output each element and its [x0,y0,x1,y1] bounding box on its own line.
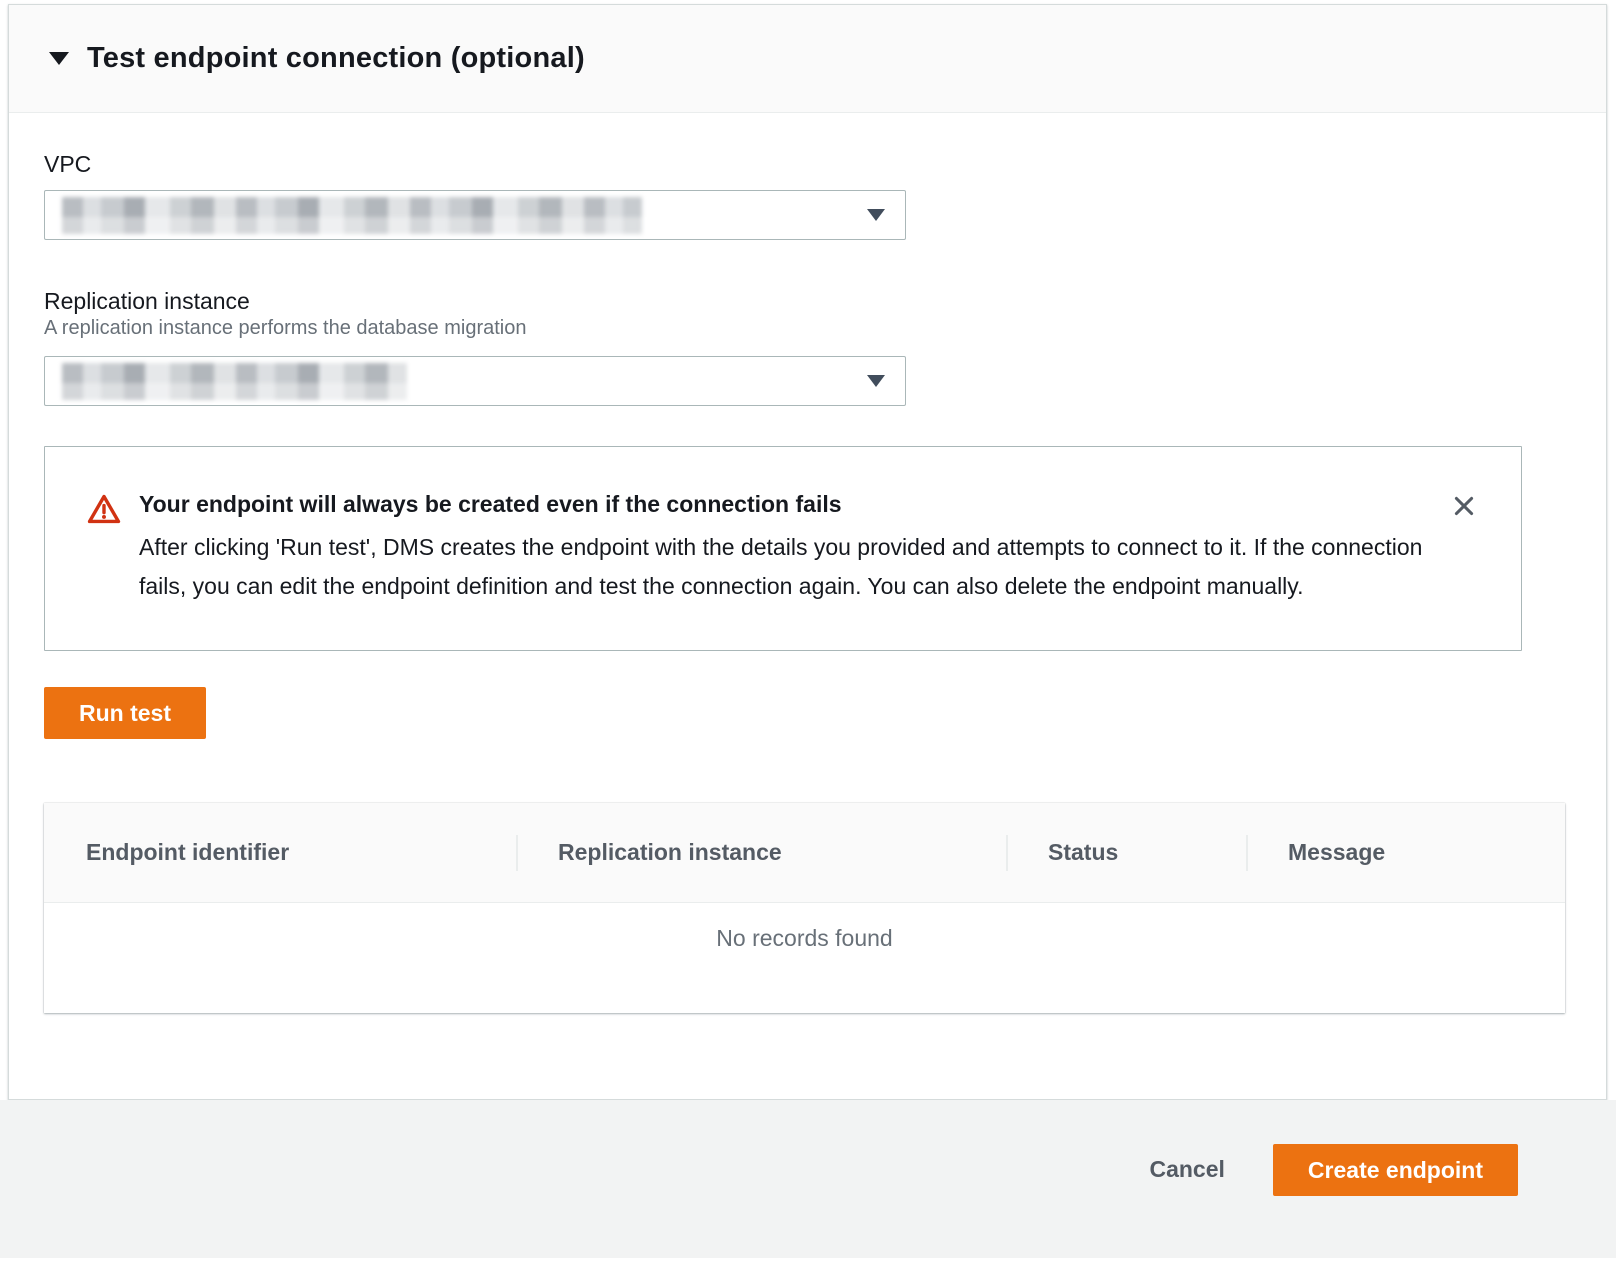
warning-alert-title: Your endpoint will always be created eve… [139,491,1439,518]
warning-alert-content: Your endpoint will always be created eve… [139,491,1439,606]
run-test-button[interactable]: Run test [44,687,206,739]
form-action-footer: Cancel Create endpoint [0,1100,1616,1258]
caret-down-icon [867,209,885,221]
caret-down-icon [867,375,885,387]
column-header-status: Status [1006,803,1246,902]
table-header-row: Endpoint identifier Replication instance… [44,803,1565,903]
test-endpoint-connection-section: Test endpoint connection (optional) VPC … [8,4,1607,1100]
close-icon[interactable] [1449,491,1479,521]
vpc-select[interactable] [44,190,906,240]
replication-instance-select[interactable] [44,356,906,406]
warning-alert-body: After clicking 'Run test', DMS creates t… [139,528,1439,606]
replication-instance-description: A replication instance performs the data… [44,317,1563,340]
section-title: Test endpoint connection (optional) [87,42,585,75]
replication-instance-selected-value-redacted [62,363,407,400]
column-header-message: Message [1246,803,1565,902]
warning-triangle-icon [87,493,121,530]
create-endpoint-button[interactable]: Create endpoint [1273,1144,1518,1196]
caret-down-icon [49,52,69,65]
vpc-label: VPC [44,151,1563,178]
cancel-button[interactable]: Cancel [1129,1144,1244,1195]
section-header-toggle[interactable]: Test endpoint connection (optional) [9,5,1606,113]
test-results-table: Endpoint identifier Replication instance… [44,803,1565,1013]
warning-alert: Your endpoint will always be created eve… [44,446,1522,651]
vpc-selected-value-redacted [62,197,642,234]
column-header-replication-instance: Replication instance [516,803,1006,902]
replication-instance-label: Replication instance [44,288,1563,315]
table-empty-state: No records found [44,903,1565,1013]
column-header-endpoint-identifier: Endpoint identifier [44,803,516,902]
section-body: VPC Replication instance A replication i… [9,113,1606,1053]
